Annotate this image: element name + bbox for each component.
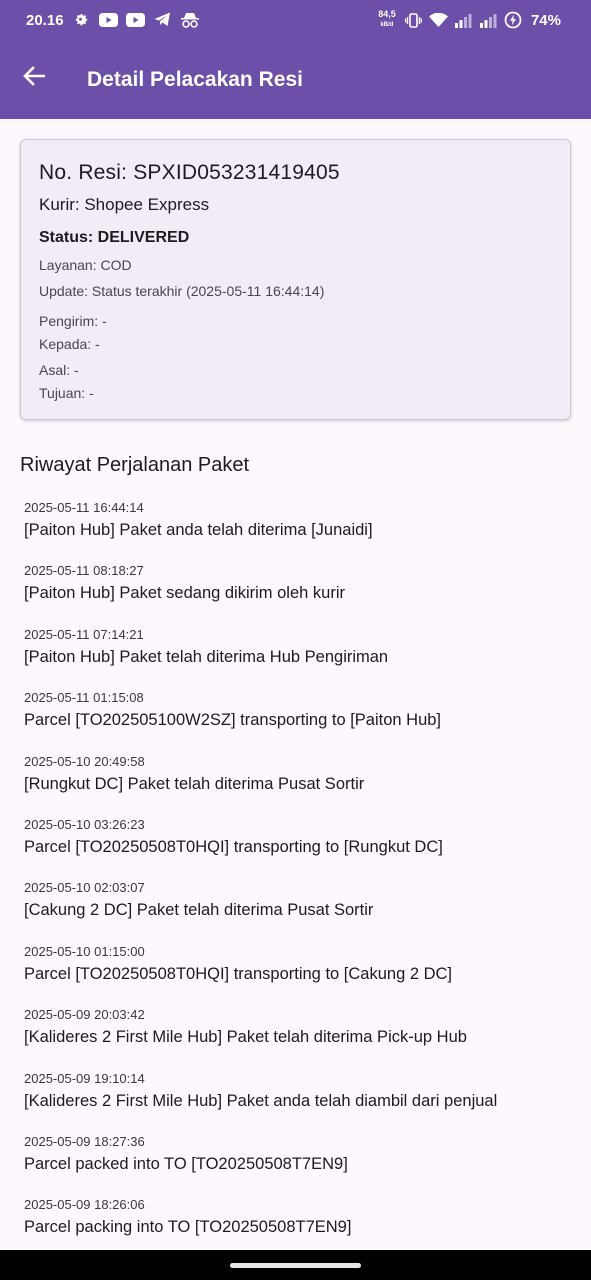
incognito-icon: [180, 10, 199, 29]
history-description: [Rungkut DC] Paket telah diterima Pusat …: [24, 774, 365, 793]
wifi-icon: [428, 11, 448, 30]
signal-icon: [479, 11, 498, 30]
history-item: 2025-05-10 01:15:00 Parcel [TO20250508T0H…: [24, 944, 574, 1008]
history-date: 2025-05-11 01:15:08: [24, 690, 144, 706]
status-time: 20.16: [26, 12, 64, 29]
notification-icons: [72, 10, 199, 29]
courier-name: Kurir: Shopee Express: [39, 195, 210, 214]
history-item: 2025-05-11 01:15:08 Parcel [TO202505100W2…: [24, 690, 574, 754]
history-item: 2025-05-10 20:49:58 [Rungkut DC] Paket te…: [24, 754, 574, 818]
status-bar: 20.16 84,5 kB/d 74%: [0, 0, 591, 42]
history-description: Parcel packed into TO [TO20250508T7EN9]: [24, 1155, 348, 1173]
history-item: 2025-05-09 18:27:36 Parcel packed into TO…: [24, 1134, 574, 1198]
arrow-left-icon: [23, 66, 45, 86]
history-date: 2025-05-10 02:03:07: [24, 880, 145, 896]
navigation-bar: [0, 1250, 591, 1280]
youtube-icon: [126, 10, 145, 29]
history-date: 2025-05-11 07:14:21: [24, 626, 144, 642]
sender: Pengirim: -: [39, 313, 107, 329]
last-update: Update: Status terakhir (2025-05-11 16:4…: [39, 283, 325, 299]
history-item: 2025-05-10 02:03:07 [Cakung 2 DC] Paket t…: [24, 880, 574, 944]
history-item: 2025-05-10 03:26:23 Parcel [TO20250508T0H…: [24, 817, 574, 881]
history-item: 2025-05-09 20:03:42 [Kalideres 2 First Mi…: [24, 1007, 574, 1071]
history-description: Parcel [TO202505100W2SZ] transporting to…: [24, 711, 442, 730]
history-title: Riwayat Perjalanan Paket: [20, 454, 250, 476]
history-date: 2025-05-10 20:49:58: [24, 753, 145, 769]
telegram-icon: [153, 10, 172, 29]
history-description: [Kalideres 2 First Mile Hub] Paket telah…: [24, 1028, 467, 1047]
recipient: Kepada: -: [39, 336, 100, 352]
history-description: Parcel [TO20250508T0HQI] transporting to…: [24, 964, 453, 983]
history-date: 2025-05-09 18:27:36: [24, 1134, 145, 1149]
network-speed: 84,5 kB/d: [376, 10, 398, 30]
battery-percentage: 74%: [530, 11, 561, 29]
history-description: [Kalideres 2 First Mile Hub] Paket anda …: [24, 1091, 498, 1110]
history-item: 2025-05-09 19:10:14 [Kalideres 2 First Mi…: [24, 1071, 574, 1135]
history-description: [Paiton Hub] Paket sedang dikirim oleh k…: [24, 584, 345, 603]
service-type: Layanan: COD: [39, 257, 132, 273]
history-date: 2025-05-11 08:18:27: [24, 563, 144, 579]
history-item: 2025-05-11 08:18:27 [Paiton Hub] Paket se…: [24, 563, 574, 627]
history-description: [Paiton Hub] Paket telah diterima Hub Pe…: [24, 647, 389, 666]
tracking-summary-card: No. Resi: SPXID053231419405 Kurir: Shope…: [20, 139, 571, 420]
history-date: 2025-05-11 16:44:14: [24, 500, 144, 515]
network-speed-value: 84,5: [378, 9, 396, 19]
system-icons: 84,5 kB/d 74%: [376, 10, 561, 30]
history-date: 2025-05-09 19:10:14: [24, 1070, 145, 1086]
history-description: Parcel [TO20250508T0HQI] transporting to…: [24, 838, 443, 856]
history-date: 2025-05-09 20:03:42: [24, 1007, 145, 1023]
signal-icon: [454, 11, 473, 30]
history-item: 2025-05-11 07:14:21 [Paiton Hub] Paket te…: [24, 627, 574, 691]
resi-number: No. Resi: SPXID053231419405: [39, 161, 340, 184]
battery-icon: [504, 11, 523, 30]
history-description: Parcel packing into TO [TO20250508T7EN9]: [24, 1218, 352, 1237]
history-description: [Cakung 2 DC] Paket telah diterima Pusat…: [24, 901, 374, 920]
gesture-handle[interactable]: [230, 1263, 361, 1268]
history-date: 2025-05-09 18:26:06: [24, 1197, 145, 1213]
delivery-status: Status: DELIVERED: [39, 229, 190, 246]
history-date: 2025-05-10 03:26:23: [24, 817, 145, 832]
history-description: [Paiton Hub] Paket anda telah diterima […: [24, 521, 373, 539]
app-bar: 20.16 84,5 kB/d 74% Detail Pelacakan Res…: [0, 0, 591, 119]
network-speed-unit: kB/d: [380, 22, 394, 28]
youtube-icon: [99, 10, 118, 29]
origin: Asal: -: [39, 362, 79, 378]
history-date: 2025-05-10 01:15:00: [24, 943, 145, 959]
back-button[interactable]: [18, 60, 50, 92]
history-item: 2025-05-11 16:44:14 [Paiton Hub] Paket an…: [24, 500, 574, 564]
destination: Tujuan: -: [39, 385, 94, 401]
page-title: Detail Pelacakan Resi: [87, 68, 303, 91]
vibrate-icon: [404, 11, 423, 30]
settings-icon: [72, 10, 91, 29]
